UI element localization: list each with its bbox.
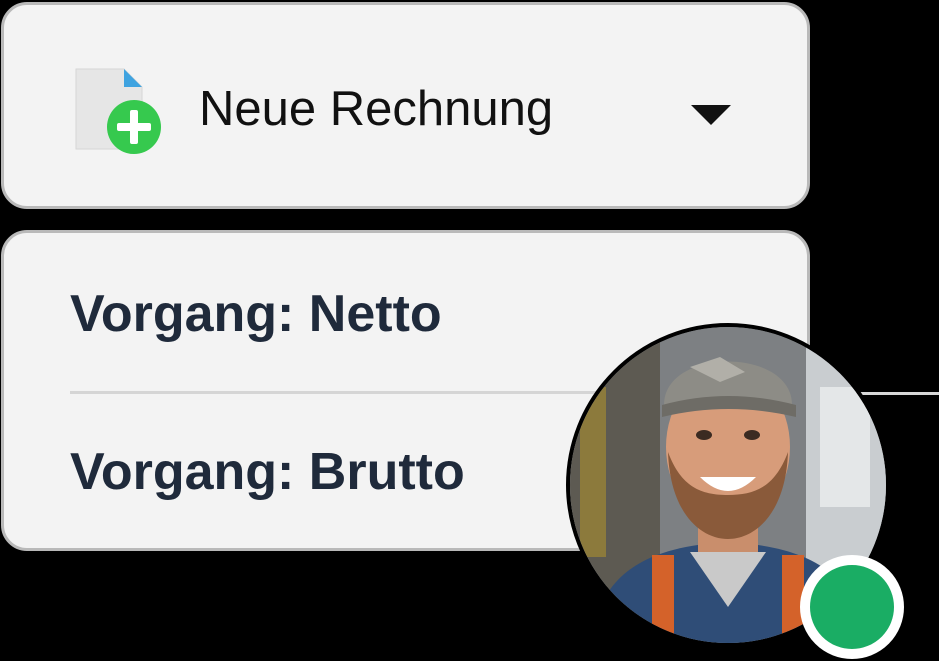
online-status-indicator: [800, 555, 904, 659]
new-invoice-label: Neue Rechnung: [199, 82, 554, 136]
menu-item-netto[interactable]: Vorgang: Netto: [70, 283, 442, 345]
caret-down-icon[interactable]: [691, 105, 731, 125]
connector-line: [858, 392, 939, 395]
new-document-icon: [72, 63, 166, 157]
new-invoice-dropdown-button[interactable]: Neue Rechnung: [1, 2, 810, 209]
menu-item-brutto[interactable]: Vorgang: Brutto: [70, 441, 465, 503]
